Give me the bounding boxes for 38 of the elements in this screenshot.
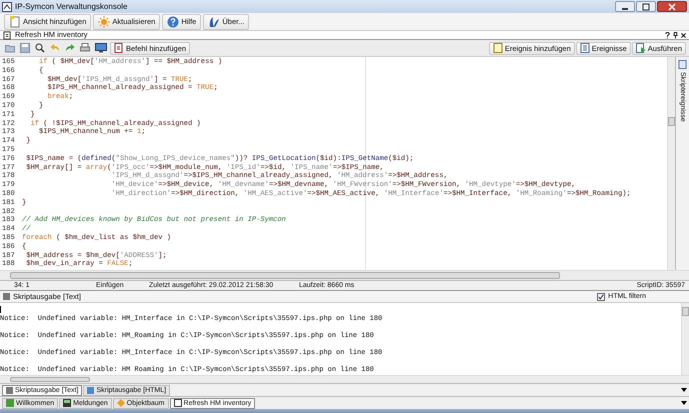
maximize-button[interactable] bbox=[636, 1, 656, 12]
page-icon bbox=[114, 43, 124, 53]
home-icon bbox=[6, 399, 14, 407]
page-icon bbox=[492, 43, 503, 53]
page-icon bbox=[678, 60, 687, 69]
output-icon bbox=[3, 293, 10, 300]
list-icon bbox=[580, 43, 590, 53]
horizontal-scrollbar[interactable] bbox=[0, 375, 689, 383]
wing-icon bbox=[208, 16, 220, 28]
close-button[interactable] bbox=[657, 1, 687, 12]
close-icon[interactable] bbox=[681, 32, 686, 38]
horizontal-scrollbar[interactable] bbox=[0, 270, 689, 280]
vertical-scrollbar[interactable] bbox=[681, 303, 689, 375]
monitor-icon[interactable] bbox=[95, 43, 107, 53]
minimize-button[interactable] bbox=[615, 1, 635, 12]
diamond-icon bbox=[116, 399, 125, 407]
terminal-icon bbox=[63, 399, 72, 407]
maximize-icon bbox=[642, 2, 650, 10]
close-icon bbox=[668, 2, 676, 10]
redo-icon[interactable] bbox=[65, 43, 75, 53]
search-icon[interactable] bbox=[35, 43, 45, 53]
script-icon bbox=[174, 399, 182, 407]
text-icon bbox=[6, 386, 13, 394]
window-title: IP-Symcon Verwaltungskonsole bbox=[15, 2, 128, 11]
run-icon bbox=[636, 43, 646, 53]
vertical-scrollbar[interactable] bbox=[667, 57, 675, 270]
save-icon[interactable] bbox=[20, 43, 30, 53]
help-icon bbox=[167, 16, 180, 28]
pin-icon[interactable] bbox=[673, 32, 678, 38]
print-icon[interactable] bbox=[80, 43, 90, 53]
folder-icon[interactable] bbox=[5, 43, 15, 53]
sun-icon bbox=[98, 16, 110, 28]
dropdown-icon[interactable] bbox=[681, 401, 687, 405]
html-filter-checkbox[interactable] bbox=[597, 292, 606, 300]
page-icon bbox=[9, 16, 21, 28]
monitor-icon bbox=[87, 386, 94, 394]
dropdown-icon[interactable] bbox=[681, 388, 687, 392]
help-icon[interactable] bbox=[665, 32, 670, 38]
